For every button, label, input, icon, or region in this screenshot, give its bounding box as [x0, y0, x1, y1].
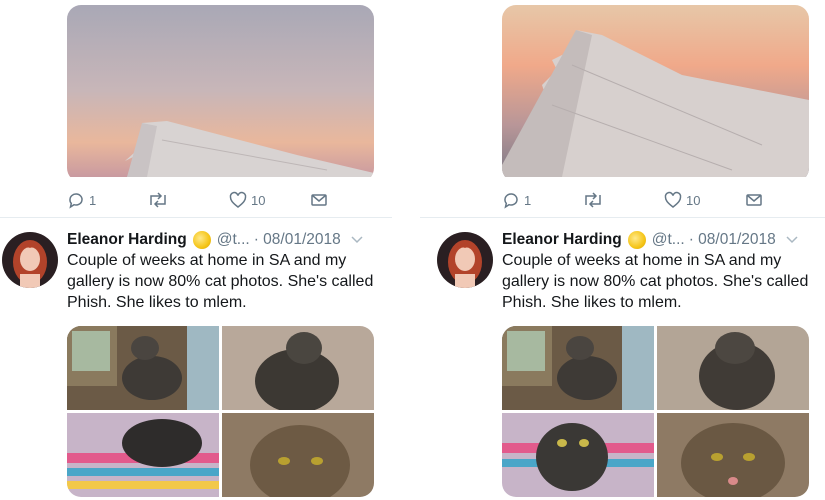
- cat-photo-1[interactable]: [502, 326, 654, 410]
- author-name[interactable]: Eleanor Harding: [502, 231, 622, 249]
- photo-grid: [67, 326, 374, 497]
- avatar[interactable]: [437, 232, 493, 288]
- airplane-wing-photo[interactable]: [502, 5, 809, 182]
- reply-count: 1: [524, 192, 532, 208]
- like-icon: [229, 191, 247, 208]
- cat-photo-1[interactable]: [67, 326, 219, 410]
- retweet-icon: [150, 192, 166, 208]
- reply-icon: [504, 193, 518, 209]
- tweet-header: Eleanor Harding @t... · 08/01/2018: [67, 229, 363, 251]
- cat-photo-2[interactable]: [222, 326, 374, 410]
- verified-badge-icon: [627, 231, 646, 249]
- retweet-icon: [585, 192, 601, 208]
- like-count: 10: [251, 192, 266, 208]
- reply-icon: [69, 193, 83, 209]
- cat-photo-4[interactable]: [657, 413, 809, 497]
- tweet-text: Couple of weeks at home in SA and my gal…: [502, 252, 809, 311]
- author-handle[interactable]: @t...: [217, 231, 250, 249]
- avatar[interactable]: [2, 232, 58, 288]
- tweet-date[interactable]: · 08/01/2018: [254, 231, 341, 249]
- like-count: 10: [686, 192, 701, 208]
- tweet-text: Couple of weeks at home in SA and my gal…: [67, 252, 374, 311]
- cat-photo-3[interactable]: [502, 413, 654, 497]
- tweet-actions-left: 1 10: [67, 189, 367, 211]
- tweet-actions-right: 1 10: [502, 189, 802, 211]
- author-handle[interactable]: @t...: [652, 231, 685, 249]
- tweet-divider: [0, 217, 392, 218]
- verified-badge-icon: [192, 231, 211, 249]
- like-button[interactable]: 10: [229, 189, 265, 211]
- tweet-divider: [420, 217, 825, 218]
- like-icon: [664, 191, 682, 208]
- author-name[interactable]: Eleanor Harding: [67, 231, 187, 249]
- reply-button[interactable]: 1: [502, 189, 531, 211]
- message-icon: [746, 194, 762, 206]
- photo-grid: [502, 326, 809, 497]
- tweet-date[interactable]: · 08/01/2018: [689, 231, 776, 249]
- message-button[interactable]: [745, 189, 763, 211]
- message-icon: [311, 194, 327, 206]
- cat-photo-3[interactable]: [67, 413, 219, 497]
- chevron-down-icon[interactable]: [351, 231, 363, 249]
- like-button[interactable]: 10: [664, 189, 700, 211]
- chevron-down-icon[interactable]: [786, 231, 798, 249]
- cat-photo-2[interactable]: [657, 326, 809, 410]
- airplane-wing-photo[interactable]: [67, 5, 374, 182]
- retweet-button[interactable]: [582, 189, 604, 211]
- reply-button[interactable]: 1: [67, 189, 96, 211]
- cat-photo-4[interactable]: [222, 413, 374, 497]
- retweet-button[interactable]: [147, 189, 169, 211]
- message-button[interactable]: [310, 189, 328, 211]
- reply-count: 1: [89, 192, 97, 208]
- tweet-header: Eleanor Harding @t... · 08/01/2018: [502, 229, 798, 251]
